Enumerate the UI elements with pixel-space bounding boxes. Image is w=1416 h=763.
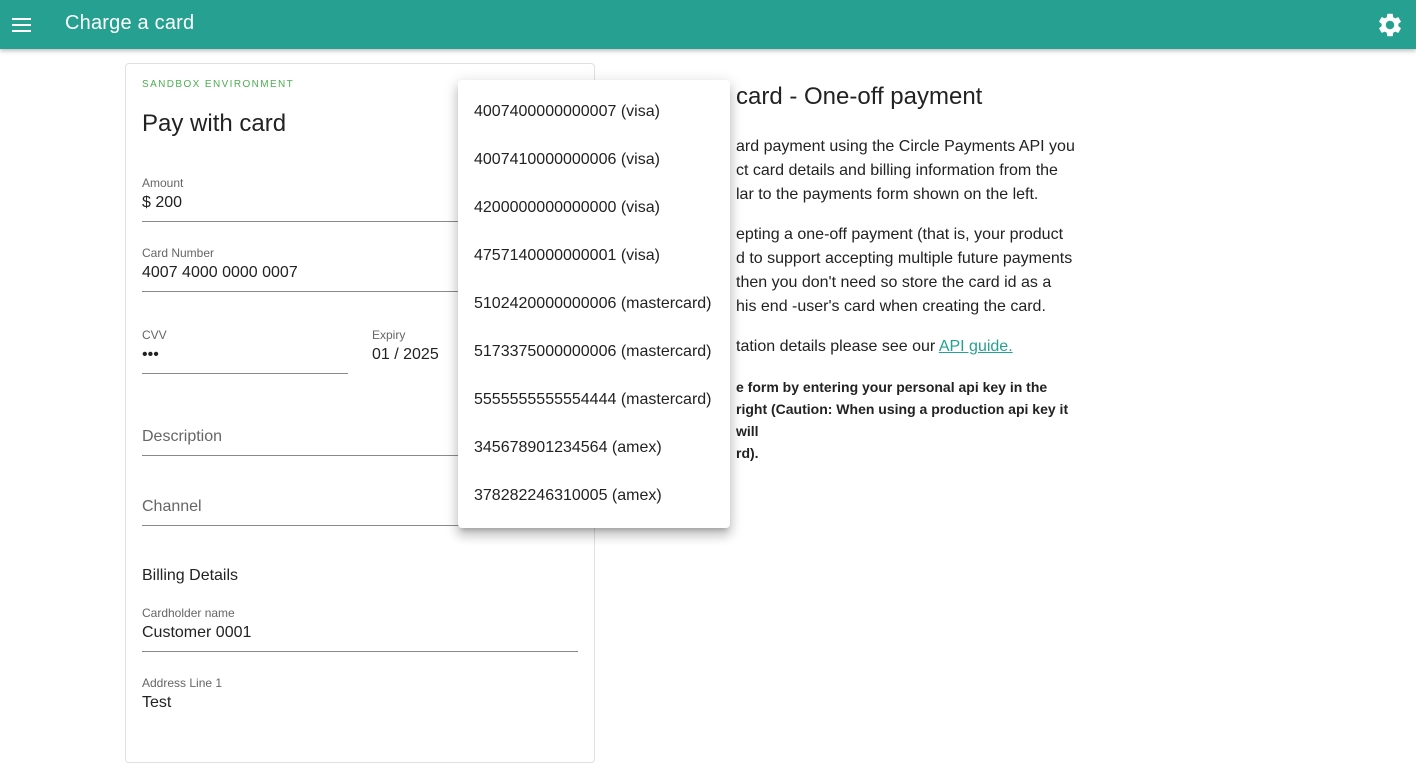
expiry-value: 01 / 2025 [372,346,439,363]
card-option[interactable]: 378282246310005 (amex) [458,472,730,520]
cvv-value: ••• [142,346,159,363]
card-option[interactable]: 4757140000000001 (visa) [458,232,730,280]
cvv-field[interactable]: CVV ••• [142,328,348,374]
info-line: epting a one-off payment (that is, your … [736,226,1064,243]
menu-icon-bar [11,30,31,32]
info-line: ard payment using the Circle Payments AP… [736,138,1075,155]
address-line-1-label: Address Line 1 [142,676,223,690]
info-paragraph-1: ard payment using the Circle Payments AP… [736,135,1076,207]
card-number-field[interactable]: Card Number 4007 4000 0000 0007 [142,246,462,292]
info-paragraph-3: tation details please see our API guide. [736,335,1076,359]
card-number-value: 4007 4000 0000 0007 [142,264,298,281]
field-underline [142,291,462,292]
card-option[interactable]: 5555555555554444 (mastercard) [458,376,730,424]
amount-field[interactable]: Amount $ 200 [142,176,462,222]
description-placeholder: Description [142,428,223,445]
field-underline [142,525,462,526]
info-note-line: right (Caution: When using a production … [736,401,1069,439]
info-title: card - One-off payment [736,83,983,110]
card-number-label: Card Number [142,246,215,260]
info-line: lar to the payments form shown on the le… [736,186,1039,203]
address-line-1-field[interactable]: Address Line 1 Test [142,676,578,722]
billing-details-heading: Billing Details [142,567,239,584]
menu-icon-bar [11,24,31,26]
field-underline [142,455,462,456]
menu-icon-bar [11,18,31,20]
info-line: his end -user's card when creating the c… [736,298,1046,315]
card-number-dropdown: 4007400000000007 (visa) 4007410000000006… [458,80,730,528]
card-option[interactable]: 4007410000000006 (visa) [458,136,730,184]
cardholder-name-label: Cardholder name [142,606,235,620]
page-title: Charge a card [65,12,195,34]
card-option[interactable]: 4200000000000000 (visa) [458,184,730,232]
gear-icon[interactable] [1376,11,1404,39]
expiry-field[interactable]: Expiry 01 / 2025 [372,328,462,374]
cvv-label: CVV [142,328,167,342]
menu-icon[interactable] [8,12,34,38]
info-line: then you don't need so store the card id… [736,274,1052,291]
cardholder-name-value: Customer 0001 [142,624,252,641]
card-option[interactable]: 5102420000000006 (mastercard) [458,280,730,328]
field-underline [142,221,462,222]
info-note-line: rd). [736,445,759,461]
amount-label: Amount [142,176,184,190]
expiry-label: Expiry [372,328,406,342]
cardholder-name-field[interactable]: Cardholder name Customer 0001 [142,606,578,652]
address-line-1-value: Test [142,694,172,711]
info-line: d to support accepting multiple future p… [736,250,1073,267]
channel-field[interactable]: Channel [142,498,462,526]
field-underline [142,373,348,374]
info-line: tation details please see our [736,338,939,355]
card-option[interactable]: 345678901234564 (amex) [458,424,730,472]
app-bar: Charge a card [0,0,1416,49]
channel-placeholder: Channel [142,498,202,515]
card-option[interactable]: 5173375000000006 (mastercard) [458,328,730,376]
info-paragraph-2: epting a one-off payment (that is, your … [736,223,1076,319]
card-option[interactable]: 4007400000000007 (visa) [458,88,730,136]
info-line: ct card details and billing information … [736,162,1058,179]
description-field[interactable]: Description [142,428,462,456]
field-underline [142,651,578,652]
info-note-line: e form by entering your personal api key… [736,379,1048,395]
form-title: Pay with card [142,110,287,137]
info-note: e form by entering your personal api key… [736,376,1076,464]
api-guide-link[interactable]: API guide. [939,338,1013,355]
environment-label: SANDBOX ENVIRONMENT [142,79,295,90]
amount-value: $ 200 [142,194,183,211]
